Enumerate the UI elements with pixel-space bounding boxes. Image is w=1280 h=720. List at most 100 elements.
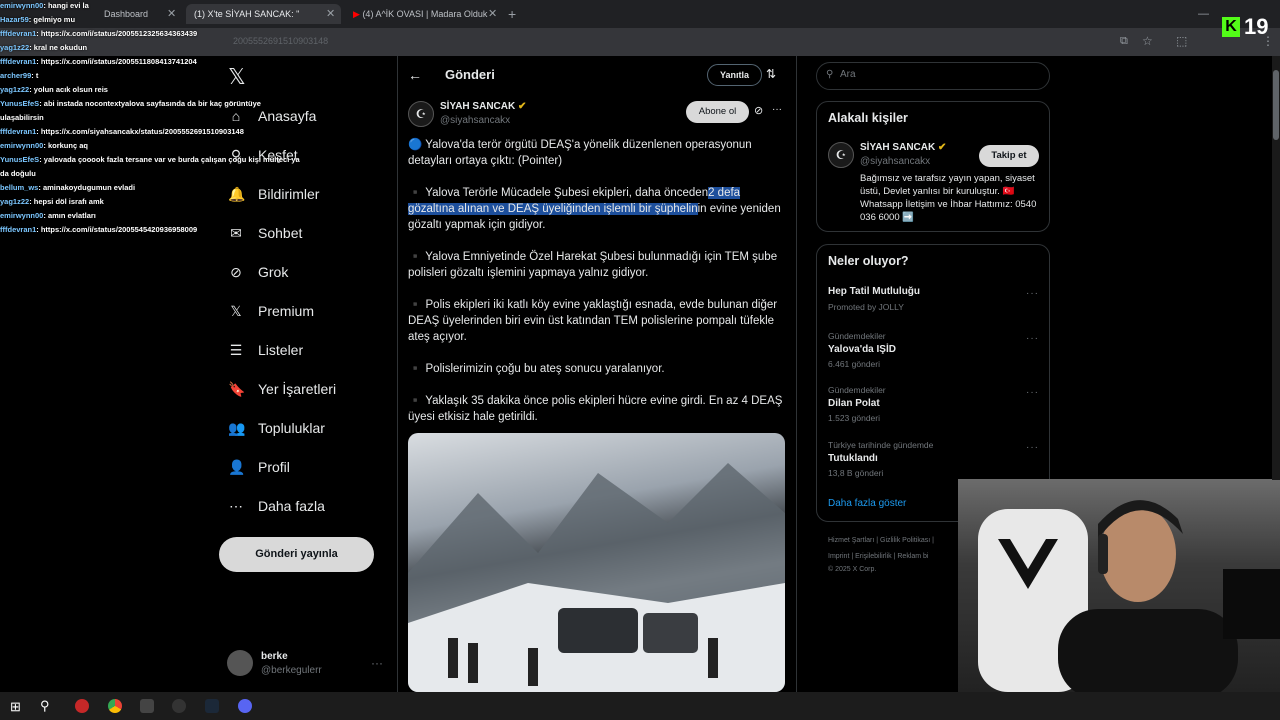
- close-icon[interactable]: ✕: [167, 4, 176, 24]
- post-paragraph: ▪️ Polis ekipleri iki katlı köy evine ya…: [408, 299, 778, 343]
- chat-username: fffdevran1: [0, 225, 37, 234]
- divider: [796, 56, 797, 692]
- footer-links[interactable]: Imprint | Erişilebilirlik | Reklam bi: [828, 553, 929, 560]
- sidebar-item-label: Profil: [258, 459, 290, 475]
- chat-username: yag1z22: [0, 43, 30, 52]
- more-icon[interactable]: ···: [371, 656, 383, 670]
- sidebar-item-3[interactable]: 🔔 Bildirimler: [228, 179, 319, 209]
- post-paragraph: ▪️ Yalova Terörle Mücadele Şubesi ekiple…: [408, 187, 781, 231]
- close-icon[interactable]: ✕: [326, 4, 335, 24]
- chat-text: : t: [31, 71, 39, 80]
- sidebar-item-4[interactable]: ✉ Sohbet: [228, 218, 302, 248]
- avatar[interactable]: ☪: [828, 142, 854, 168]
- footer-links[interactable]: Hizmet Şartları | Gizlilik Politikası |: [828, 537, 934, 544]
- tab-active[interactable]: (1) X'te SİYAH SANCAK: ": [186, 4, 341, 24]
- chrome-icon[interactable]: [108, 699, 122, 713]
- more-icon[interactable]: ···: [1026, 442, 1039, 453]
- verified-icon: ✔: [517, 101, 527, 112]
- sidebar-item-10[interactable]: 👤 Profil: [228, 452, 290, 482]
- trend-title[interactable]: Hep Tatil Mutluluğu: [828, 286, 920, 297]
- reply-button[interactable]: Yanıtla: [707, 64, 762, 86]
- sidebar-item-9[interactable]: 👥 Topluluklar: [228, 413, 325, 443]
- more-icon[interactable]: ···: [1026, 333, 1039, 344]
- copyright: © 2025 X Corp.: [828, 566, 877, 573]
- taskbar: [0, 692, 1280, 720]
- scrollbar-thumb[interactable]: [1273, 70, 1279, 140]
- trend-meta: 6.461 gönderi: [828, 359, 880, 369]
- author-name: SİYAH SANCAK ✔: [440, 101, 527, 112]
- user-icon: 👤: [228, 459, 246, 475]
- chat-text: : https://x.com/i/status/200551232563436…: [36, 29, 198, 38]
- chat-text: : hepsi döl israfı amk: [29, 197, 104, 206]
- back-arrow-icon[interactable]: ←: [408, 67, 422, 83]
- chat-text: : yolun acık olsun reis: [29, 85, 108, 94]
- close-icon[interactable]: ✕: [488, 4, 497, 24]
- chat-message: YunusEfeS: abi instada nocontextyalova s…: [0, 99, 261, 109]
- show-more-link[interactable]: Daha fazla göster: [828, 498, 906, 509]
- chat-username: archer99: [0, 71, 32, 80]
- more-icon[interactable]: ···: [1026, 387, 1039, 398]
- minimize-icon[interactable]: —: [1198, 4, 1209, 24]
- chat-text: : https://x.com/i/status/200551180841374…: [36, 57, 197, 66]
- avatar[interactable]: ☪: [408, 101, 434, 127]
- chat-message: yag1z22: kral ne okudun: [0, 43, 87, 53]
- sidebar-item-label: Anasayfa: [258, 108, 317, 124]
- grok-icon[interactable]: ⊘: [754, 104, 763, 117]
- trend-title[interactable]: Tutuklandı: [828, 453, 878, 464]
- post-image[interactable]: [408, 433, 785, 692]
- sidebar-item-label: Bildirimler: [258, 186, 320, 202]
- chat-username: emirwynn00: [0, 141, 44, 150]
- people-icon: 👥: [228, 420, 246, 436]
- chat-text: : aminakoydugumun evladi: [38, 183, 136, 192]
- chat-text: : amın evlatları: [43, 211, 96, 220]
- bell-icon: 🔔: [228, 186, 246, 202]
- sidebar-item-5[interactable]: ⊘ Grok: [228, 257, 288, 287]
- post-paragraph: ▪️ Yaklaşık 35 dakika önce polis ekipler…: [408, 395, 783, 423]
- bookmark-star-icon[interactable]: ☆: [1142, 34, 1153, 48]
- chat-text: : kral ne okudun: [29, 43, 88, 52]
- sidebar-item-11[interactable]: ⋯ Daha fazla: [228, 491, 325, 521]
- new-tab-icon[interactable]: +: [508, 4, 516, 24]
- x-logo-icon[interactable]: 𝕏: [228, 64, 246, 90]
- url-text: 2005552691510903148: [233, 36, 329, 46]
- avatar[interactable]: [227, 650, 253, 676]
- sidebar-item-8[interactable]: 🔖 Yer İşaretleri: [228, 374, 336, 404]
- search-icon[interactable]: ⚲: [40, 698, 50, 714]
- windows-start-icon[interactable]: ⊞: [10, 699, 21, 715]
- chat-text: : gelmiyo mu: [28, 15, 76, 24]
- sidebar-item-7[interactable]: ☰ Listeler: [228, 335, 303, 365]
- obs-icon[interactable]: [172, 699, 186, 713]
- trend-title[interactable]: Dilan Polat: [828, 398, 880, 409]
- chat-username: yag1z22: [0, 85, 30, 94]
- card-title: Alakalı kişiler: [828, 111, 908, 125]
- discord-icon[interactable]: [238, 699, 252, 713]
- extensions-icon[interactable]: ⬚: [1176, 34, 1187, 48]
- more-icon[interactable]: ···: [772, 104, 782, 115]
- sidebar-item-label: Topluluklar: [258, 420, 325, 436]
- app-icon[interactable]: [75, 699, 89, 713]
- chat-text: : https://x.com/i/status/200554542093695…: [36, 225, 198, 234]
- chat-message: ulaşabilirsin: [0, 113, 44, 123]
- more-icon: ⋯: [229, 498, 243, 514]
- sidebar-item-label: Listeler: [258, 342, 304, 358]
- steam-icon[interactable]: [205, 699, 219, 713]
- subscribe-button[interactable]: Abone ol: [686, 101, 749, 123]
- publish-button[interactable]: Gönderi yayınla: [219, 537, 374, 572]
- author-handle: @siyahsancakx: [440, 115, 511, 126]
- more-icon[interactable]: ···: [1026, 288, 1039, 299]
- trend-meta: 13,8 B gönderi: [828, 468, 884, 478]
- sidebar-item-label: Yer İşaretleri: [258, 381, 337, 397]
- account-name: berke: [261, 651, 288, 662]
- chat-message: fffdevran1: https://x.com/i/status/20055…: [0, 57, 197, 67]
- app-icon[interactable]: [140, 699, 154, 713]
- chat-text: : https://x.com/siyahsancakx/status/2005…: [36, 127, 244, 136]
- chat-message: YunusEfeS: yalovada çooook fazla tersane…: [0, 155, 300, 165]
- settings-icon[interactable]: ⇅: [766, 67, 776, 81]
- trend-title[interactable]: Yalova'da IŞİD: [828, 344, 896, 355]
- tab-youtube[interactable]: ▶ (4) A^İK OVASI | Madara Olduk: [345, 4, 500, 24]
- sidebar-item-6[interactable]: 𝕏 Premium: [228, 296, 314, 326]
- chat-username: fffdevran1: [0, 29, 37, 38]
- x-icon: 𝕏: [230, 303, 242, 319]
- cast-icon[interactable]: ⧉: [1120, 35, 1128, 48]
- follow-button[interactable]: Takip et: [979, 145, 1039, 167]
